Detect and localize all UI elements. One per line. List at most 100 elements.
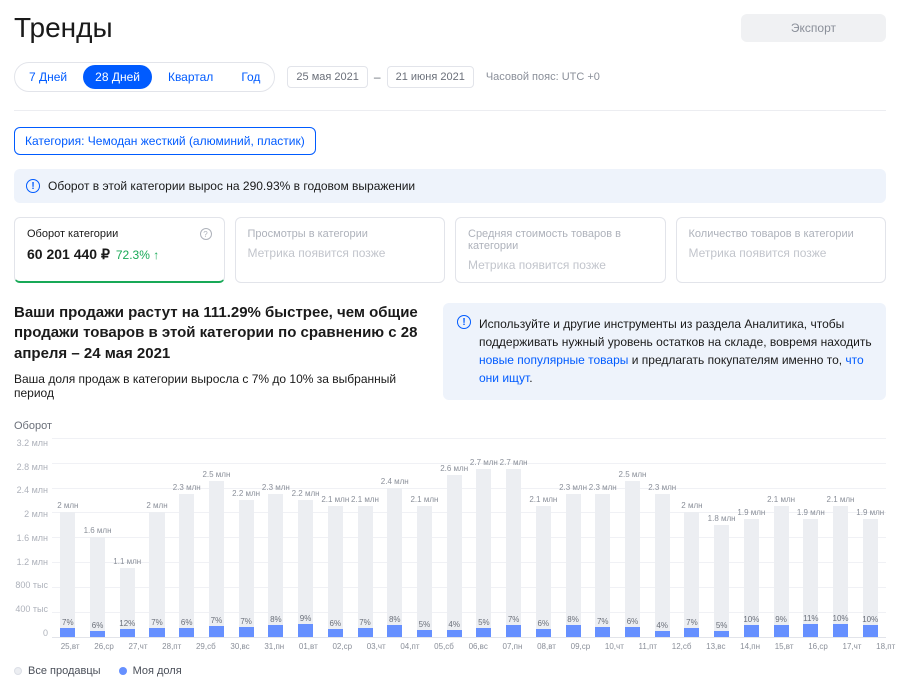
bar-value-label: 2.7 млн	[470, 458, 498, 467]
x-tick: 13,вс	[706, 642, 725, 651]
bar-value-label: 1.1 млн	[113, 557, 141, 566]
bar-share-label: 7%	[508, 615, 520, 624]
x-tick: 12,сб	[672, 642, 692, 651]
bar-total	[774, 506, 789, 625]
x-tick: 02,ср	[332, 642, 352, 651]
bar-group: 2 млн7%	[684, 438, 699, 637]
bar-share-label: 4%	[656, 621, 668, 630]
export-button[interactable]: Экспорт	[741, 14, 886, 42]
metric-card[interactable]: Просмотры в категории Метрика появится по…	[235, 217, 446, 283]
x-tick: 05,сб	[434, 642, 454, 651]
metric-card[interactable]: Средняя стоимость товаров в категорииМет…	[455, 217, 666, 283]
bar-share-label: 6%	[330, 619, 342, 628]
bar-share-label: 8%	[389, 615, 401, 624]
bar-group: 1.9 млн10%	[863, 438, 878, 637]
period-pill[interactable]: Год	[229, 65, 272, 89]
bar-total	[625, 481, 640, 627]
bar-total	[744, 519, 759, 625]
x-axis: 25,вт26,ср27,чт28,пт29,сб30,вс31,пн01,вт…	[52, 638, 886, 651]
bar-group: 2.7 млн5%	[476, 438, 491, 637]
x-tick: 16,ср	[808, 642, 828, 651]
x-tick: 11,пт	[639, 642, 658, 651]
x-tick: 07,пн	[503, 642, 523, 651]
bar-group: 2.3 млн8%	[566, 438, 581, 637]
bar-total	[90, 537, 105, 631]
period-pill[interactable]: 28 Дней	[83, 65, 152, 89]
bar-value-label: 2.1 млн	[827, 495, 855, 504]
bar-share: 8%	[387, 625, 402, 637]
bar-group: 2.1 млн6%	[328, 438, 343, 637]
y-tick: 2.4 млн	[14, 485, 48, 495]
insight-headline: Ваши продажи растут на 111.29% быстрее, …	[14, 303, 429, 364]
metric-title: Просмотры в категории	[248, 228, 433, 240]
bar-share-label: 6%	[538, 619, 550, 628]
bar-group: 2.3 млн7%	[595, 438, 610, 637]
period-pill[interactable]: 7 Дней	[17, 65, 79, 89]
bar-total	[358, 506, 373, 627]
insight-sub: Ваша доля продаж в категории выросла с 7…	[14, 372, 429, 400]
metric-card[interactable]: Оборот категории?60 201 440 ₽72.3% ↑	[14, 217, 225, 283]
help-icon[interactable]: ?	[200, 228, 212, 240]
bar-share: 6%	[625, 627, 640, 636]
bar-total	[60, 512, 75, 628]
date-to[interactable]: 21 июня 2021	[387, 66, 474, 88]
metric-title: Количество товаров в категории	[689, 228, 874, 240]
bar-share: 9%	[298, 624, 313, 636]
bar-share: 8%	[566, 625, 581, 636]
x-tick: 31,пн	[264, 642, 284, 651]
swatch-blue	[119, 667, 127, 675]
bar-total	[536, 506, 551, 629]
x-tick: 25,вт	[61, 642, 80, 651]
x-tick: 10,чт	[605, 642, 624, 651]
x-tick: 01,вт	[299, 642, 318, 651]
bar-group: 1.8 млн5%	[714, 438, 729, 637]
bar-share: 5%	[714, 631, 729, 637]
bar-share-label: 8%	[270, 615, 282, 624]
period-pill[interactable]: Квартал	[156, 65, 225, 89]
category-value: Чемодан жесткий (алюминий, пластик)	[88, 134, 305, 148]
bar-share: 7%	[60, 628, 75, 637]
x-tick: 29,сб	[196, 642, 216, 651]
period-pills: 7 Дней28 ДнейКварталГод	[14, 62, 275, 92]
x-tick: 17,чт	[843, 642, 862, 651]
bar-value-label: 1.9 млн	[797, 508, 825, 517]
bar-share: 8%	[268, 625, 283, 636]
date-from[interactable]: 25 мая 2021	[287, 66, 367, 88]
tip-link-popular[interactable]: новые популярные товары	[479, 353, 628, 367]
metric-placeholder: Метрика появится позже	[248, 246, 433, 260]
date-range: 25 мая 2021 – 21 июня 2021	[287, 66, 473, 88]
bar-group: 2.5 млн7%	[209, 438, 224, 637]
bar-share-label: 8%	[567, 615, 579, 624]
bar-total	[387, 488, 402, 625]
bar-total	[209, 481, 224, 626]
bar-value-label: 2.3 млн	[559, 483, 587, 492]
metric-card[interactable]: Количество товаров в категорииМетрика по…	[676, 217, 887, 283]
timezone: Часовой пояс: UTC +0	[486, 71, 600, 83]
chart-title: Оборот	[14, 420, 886, 432]
bar-share: 6%	[328, 629, 343, 637]
y-tick: 2.8 млн	[14, 462, 48, 472]
bar-share-label: 7%	[359, 618, 371, 627]
x-tick: 06,вс	[469, 642, 488, 651]
bar-group: 2.7 млн7%	[506, 438, 521, 637]
x-tick: 28,пт	[162, 642, 181, 651]
bar-share-label: 6%	[181, 618, 193, 627]
bar-share-label: 5%	[478, 618, 490, 627]
category-selector[interactable]: Категория: Чемодан жесткий (алюминий, пл…	[14, 127, 316, 155]
bar-group: 2.1 млн5%	[417, 438, 432, 637]
insight-text: Ваши продажи растут на 111.29% быстрее, …	[14, 303, 429, 400]
bar-group: 1.1 млн12%	[120, 438, 135, 637]
bar-group: 2.3 млн8%	[268, 438, 283, 637]
bar-value-label: 2 млн	[57, 501, 78, 510]
x-tick: 27,чт	[129, 642, 148, 651]
bar-total	[655, 494, 670, 631]
bar-share: 10%	[744, 625, 759, 637]
bar-group: 1.9 млн11%	[803, 438, 818, 637]
bar-share: 7%	[239, 627, 254, 637]
bar-total	[833, 506, 848, 624]
bar-share: 12%	[120, 629, 135, 637]
bar-total	[239, 500, 254, 627]
bar-share: 9%	[774, 625, 789, 637]
bar-share: 4%	[447, 630, 462, 636]
bar-share: 4%	[655, 631, 670, 637]
